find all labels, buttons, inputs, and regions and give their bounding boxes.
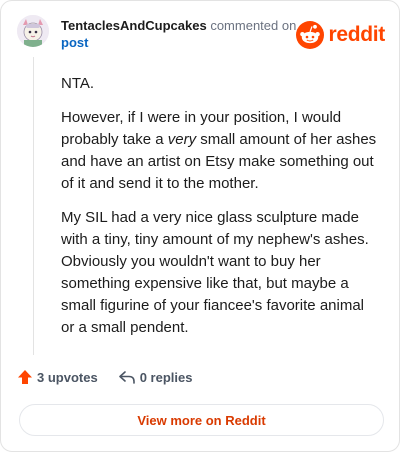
comment-body: NTA. However, if I were in your position… <box>61 73 379 351</box>
comment-paragraph: However, if I were in your position, I w… <box>61 107 379 195</box>
comment-header: TentaclesAndCupcakes commented on post <box>61 17 301 51</box>
comment-paragraph: My SIL had a very nice glass sculpture m… <box>61 207 379 339</box>
upvote-arrow-icon <box>18 370 32 384</box>
view-more-label: View more on Reddit <box>137 412 266 428</box>
reddit-logo[interactable]: reddit <box>296 21 385 49</box>
comment-text: My SIL had a very nice glass sculpture m… <box>61 209 369 336</box>
avatar-illustration-icon <box>17 15 49 47</box>
view-more-button[interactable]: View more on Reddit <box>19 404 384 436</box>
reddit-wordmark: reddit <box>328 23 385 46</box>
post-link[interactable]: post <box>61 34 301 51</box>
thread-line <box>33 57 34 355</box>
comment-actions: 3 upvotes 0 replies <box>17 369 192 385</box>
reddit-snoo-icon <box>296 21 325 49</box>
reply-button[interactable]: 0 replies <box>118 369 193 385</box>
comment-paragraph: NTA. <box>61 73 379 95</box>
embedded-comment-card: TentaclesAndCupcakes commented on post r… <box>0 0 400 452</box>
action-text: commented on <box>210 18 297 33</box>
author-name[interactable]: TentaclesAndCupcakes <box>61 18 207 33</box>
comment-emphasis: very <box>167 131 197 148</box>
upvote-count: 3 upvotes <box>37 369 98 385</box>
avatar[interactable] <box>17 15 49 47</box>
upvote-button[interactable]: 3 upvotes <box>17 369 98 385</box>
comment-text: NTA. <box>61 75 95 92</box>
reply-count: 0 replies <box>139 369 193 385</box>
reply-arrow-icon <box>118 371 135 384</box>
